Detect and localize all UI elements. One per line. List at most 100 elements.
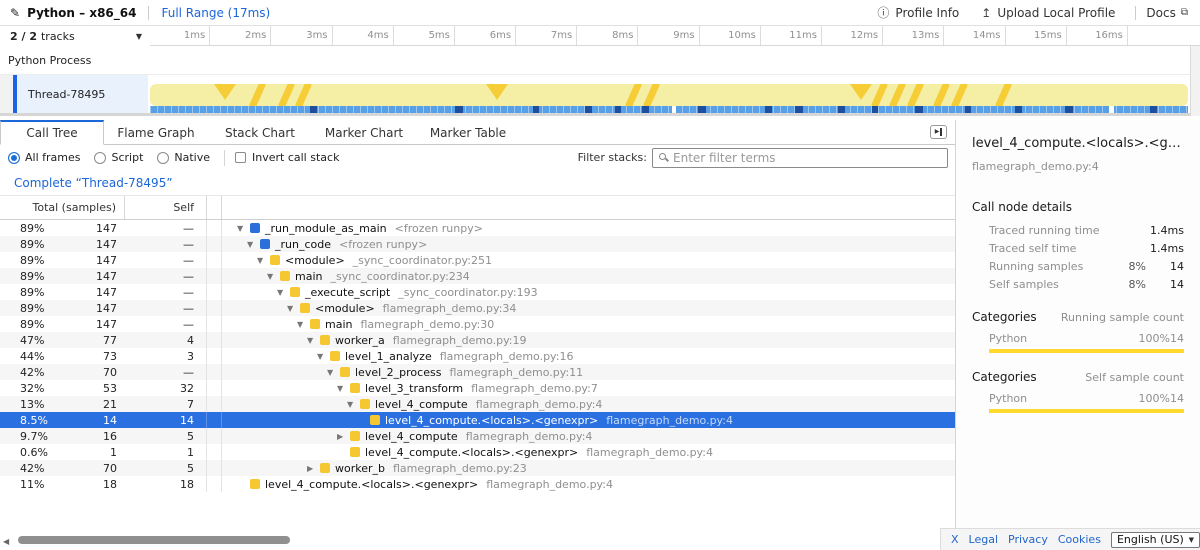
sample-segment	[533, 106, 539, 113]
tab-flame-graph[interactable]: Flame Graph	[104, 120, 208, 145]
upload-profile-button[interactable]: ↥ Upload Local Profile	[981, 6, 1115, 20]
table-row[interactable]: 89%147—▼main_sync_coordinator.py:234	[0, 268, 955, 284]
profile-info-button[interactable]: ⓘ Profile Info	[877, 4, 959, 21]
expand-arrow-icon[interactable]: ▼	[337, 384, 350, 393]
table-row[interactable]: 32%5332▼level_3_transformflamegraph_demo…	[0, 380, 955, 396]
table-row[interactable]: 89%147—▼_run_module_as_main<frozen runpy…	[0, 220, 955, 236]
table-row[interactable]: 47%774▼worker_aflamegraph_demo.py:19	[0, 332, 955, 348]
table-row[interactable]: 89%147—▼_execute_script_sync_coordinator…	[0, 284, 955, 300]
tab-marker-chart[interactable]: Marker Chart	[312, 120, 416, 145]
ruler-tick: 10ms	[705, 26, 761, 45]
category-color-bar	[989, 349, 1184, 353]
file-location: flamegraph_demo.py:19	[393, 334, 527, 347]
footer-link-privacy[interactable]: Privacy	[1008, 533, 1048, 546]
cell-total-percent: 47%	[0, 332, 55, 348]
table-row[interactable]: 42%70—▼level_2_processflamegraph_demo.py…	[0, 364, 955, 380]
table-row[interactable]: 89%147—▼<module>_sync_coordinator.py:251	[0, 252, 955, 268]
category-square-icon	[320, 335, 330, 345]
ruler-tick: 16ms	[1072, 26, 1128, 45]
column-header-total[interactable]: Total (samples)	[0, 196, 125, 219]
expand-arrow-icon[interactable]: ▼	[247, 240, 260, 249]
table-row[interactable]: 8.5%1414level_4_compute.<locals>.<genexp…	[0, 412, 955, 428]
ruler-tick: 15ms	[1011, 26, 1067, 45]
tree-cell: level_4_compute.<locals>.<genexpr>flameg…	[222, 476, 955, 492]
cell-self-samples: —	[125, 236, 207, 252]
cell-self-samples: 5	[125, 428, 207, 444]
file-location: flamegraph_demo.py:4	[606, 414, 733, 427]
tracks-vertical-scrollbar[interactable]	[1190, 46, 1200, 116]
tab-marker-table[interactable]: Marker Table	[416, 120, 520, 145]
radio-script[interactable]: Script	[86, 151, 149, 164]
cell-total-percent: 11%	[0, 476, 55, 492]
expand-arrow-icon[interactable]: ▶	[337, 432, 350, 441]
sidebar-toggle-button[interactable]: ▶	[930, 125, 947, 139]
category-name: Python	[989, 392, 1139, 405]
expand-arrow-icon[interactable]: ▼	[297, 320, 310, 329]
function-name: _run_code	[275, 238, 331, 251]
horizontal-scrollbar-thumb[interactable]	[18, 536, 290, 544]
thread-track-label[interactable]: Thread-78495	[17, 75, 148, 113]
category-square-icon	[300, 303, 310, 313]
thread-track[interactable]: Thread-78495	[0, 75, 1190, 113]
table-row[interactable]: 0.6%11level_4_compute.<locals>.<genexpr>…	[0, 444, 955, 460]
thread-activity-graph[interactable]	[150, 84, 1188, 106]
full-range-button[interactable]: Full Range (17ms)	[161, 6, 270, 20]
breadcrumb[interactable]: Complete “Thread-78495”	[14, 176, 173, 190]
language-select[interactable]: English (US) ▼	[1111, 532, 1200, 548]
radio-all-frames[interactable]: All frames	[0, 151, 86, 164]
invert-call-stack-checkbox[interactable]	[235, 152, 246, 163]
cell-total-samples: 14	[55, 412, 125, 428]
expand-arrow-icon[interactable]: ▼	[317, 352, 330, 361]
file-location: flamegraph_demo.py:34	[383, 302, 517, 315]
table-row[interactable]: 44%733▼level_1_analyzeflamegraph_demo.py…	[0, 348, 955, 364]
sample-segment	[915, 106, 923, 113]
radio-native[interactable]: Native	[149, 151, 216, 164]
table-row[interactable]: 9.7%165▶level_4_computeflamegraph_demo.p…	[0, 428, 955, 444]
expand-arrow-icon[interactable]: ▼	[307, 336, 320, 345]
profile-name-group[interactable]: ✎ Python – x86_64	[0, 6, 136, 20]
expand-arrow-icon[interactable]: ▼	[237, 224, 250, 233]
marker-slash-icon	[278, 84, 296, 106]
expand-arrow-icon[interactable]: ▼	[287, 304, 300, 313]
expand-arrow-icon[interactable]: ▼	[327, 368, 340, 377]
table-row[interactable]: 89%147—▼<module>flamegraph_demo.py:34	[0, 300, 955, 316]
table-row[interactable]: 11%1818level_4_compute.<locals>.<genexpr…	[0, 476, 955, 492]
ruler-tick: 11ms	[766, 26, 822, 45]
table-row[interactable]: 89%147—▼_run_code<frozen runpy>	[0, 236, 955, 252]
footer-link-x[interactable]: X	[951, 533, 959, 546]
filter-search-box[interactable]	[652, 148, 948, 168]
expand-arrow-icon[interactable]: ▼	[347, 400, 360, 409]
tab-stack-chart[interactable]: Stack Chart	[208, 120, 312, 145]
marker-tri-icon	[850, 84, 872, 100]
footer-link-cookies[interactable]: Cookies	[1058, 533, 1101, 546]
file-location: flamegraph_demo.py:4	[476, 398, 603, 411]
sidebar-node-file: flamegraph_demo.py:4	[972, 160, 1184, 173]
tab-call-tree[interactable]: Call Tree	[0, 120, 104, 145]
file-location: flamegraph_demo.py:16	[440, 350, 574, 363]
table-row[interactable]: 89%147—▼mainflamegraph_demo.py:30	[0, 316, 955, 332]
table-row[interactable]: 42%705▶worker_bflamegraph_demo.py:23	[0, 460, 955, 476]
cell-gap	[207, 236, 222, 252]
expand-arrow-icon[interactable]: ▼	[257, 256, 270, 265]
scroll-left-arrow-icon[interactable]: ◀	[3, 537, 9, 546]
expand-arrow-icon[interactable]: ▼	[267, 272, 280, 281]
tracks-dropdown[interactable]: 2 / 2 tracks ▼	[0, 26, 150, 46]
filter-search-input[interactable]	[673, 151, 941, 165]
cell-total-percent: 89%	[0, 300, 55, 316]
info-icon: ⓘ	[877, 4, 889, 21]
marker-slash-icon	[625, 84, 643, 106]
expand-arrow-icon[interactable]: ▶	[307, 464, 320, 473]
external-link-icon: ⧉	[1181, 7, 1188, 18]
cell-total-percent: 89%	[0, 268, 55, 284]
thread-sample-strip[interactable]	[150, 106, 1188, 113]
detail-percent: 8%	[1102, 260, 1146, 273]
footer-link-legal[interactable]: Legal	[969, 533, 998, 546]
sample-ticks	[150, 106, 1188, 113]
process-track[interactable]: Python Process	[0, 46, 1190, 75]
tree-cell: ▶worker_bflamegraph_demo.py:23	[222, 460, 955, 476]
table-row[interactable]: 13%217▼level_4_computeflamegraph_demo.py…	[0, 396, 955, 412]
expand-arrow-icon[interactable]: ▼	[277, 288, 290, 297]
function-name: main	[325, 318, 352, 331]
docs-link[interactable]: Docs ⧉	[1146, 6, 1188, 20]
column-header-self[interactable]: Self	[125, 196, 207, 219]
